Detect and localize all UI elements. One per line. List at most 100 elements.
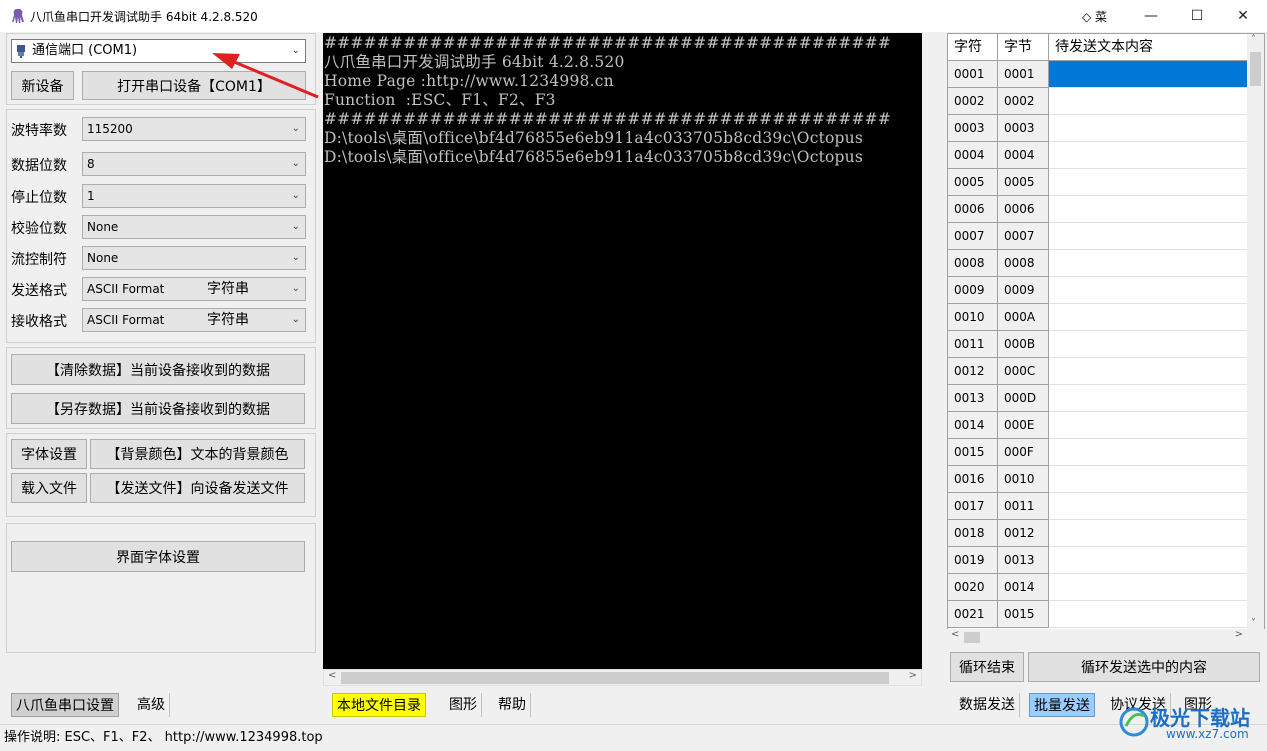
receive-console[interactable]: ########################################… bbox=[323, 33, 922, 669]
row-content-cell[interactable] bbox=[1049, 493, 1248, 520]
row-byte-index[interactable]: 000A bbox=[998, 304, 1049, 331]
row-content-cell[interactable] bbox=[1049, 574, 1248, 601]
row-byte-index[interactable]: 000E bbox=[998, 412, 1049, 439]
row-char-index[interactable]: 0013 bbox=[948, 385, 998, 412]
send-table[interactable]: 字符 字节 待发送文本内容 0001 0001 0002 0002 0003 0003 00… bbox=[947, 33, 1265, 630]
row-content-cell[interactable] bbox=[1049, 277, 1248, 304]
row-byte-index[interactable]: 0002 bbox=[998, 88, 1049, 115]
row-char-index[interactable]: 0019 bbox=[948, 547, 998, 574]
row-content-cell[interactable] bbox=[1049, 547, 1248, 574]
table-row[interactable]: 0014 000E bbox=[948, 412, 1248, 439]
new-device-button[interactable]: 新设备 bbox=[11, 71, 74, 100]
table-row[interactable]: 0005 0005 bbox=[948, 169, 1248, 196]
column-header-content[interactable]: 待发送文本内容 bbox=[1049, 34, 1248, 61]
row-char-index[interactable]: 0006 bbox=[948, 196, 998, 223]
menu-button[interactable]: ◇ 菜 bbox=[1082, 8, 1107, 25]
table-row[interactable]: 0016 0010 bbox=[948, 466, 1248, 493]
row-content-cell[interactable] bbox=[1049, 223, 1248, 250]
row-content-cell[interactable] bbox=[1049, 412, 1248, 439]
scrollbar-thumb[interactable] bbox=[341, 672, 889, 684]
tab-local-files[interactable]: 本地文件目录 bbox=[332, 693, 426, 717]
table-row[interactable]: 0011 000B bbox=[948, 331, 1248, 358]
column-header-byte[interactable]: 字节 bbox=[998, 34, 1049, 61]
table-row[interactable]: 0009 0009 bbox=[948, 277, 1248, 304]
bg-color-button[interactable]: 【背景颜色】文本的背景颜色 bbox=[90, 439, 305, 469]
row-byte-index[interactable]: 0003 bbox=[998, 115, 1049, 142]
scroll-right-icon[interactable]: > bbox=[909, 670, 917, 681]
setting-select[interactable]: 1 ⌄ bbox=[82, 184, 306, 208]
row-char-index[interactable]: 0011 bbox=[948, 331, 998, 358]
row-char-index[interactable]: 0009 bbox=[948, 277, 998, 304]
table-horizontal-scrollbar[interactable]: < > bbox=[947, 629, 1265, 646]
tab-graph-right[interactable]: 图形 bbox=[1180, 693, 1216, 717]
table-row[interactable]: 0002 0002 bbox=[948, 88, 1248, 115]
table-row[interactable]: 0001 0001 bbox=[948, 61, 1248, 88]
table-row[interactable]: 0018 0012 bbox=[948, 520, 1248, 547]
minimize-button[interactable]: — bbox=[1128, 2, 1174, 30]
row-content-cell[interactable] bbox=[1049, 250, 1248, 277]
row-char-index[interactable]: 0020 bbox=[948, 574, 998, 601]
row-char-index[interactable]: 0017 bbox=[948, 493, 998, 520]
row-byte-index[interactable]: 0005 bbox=[998, 169, 1049, 196]
row-byte-index[interactable]: 000B bbox=[998, 331, 1049, 358]
row-char-index[interactable]: 0010 bbox=[948, 304, 998, 331]
save-data-button[interactable]: 【另存数据】当前设备接收到的数据 bbox=[11, 393, 305, 424]
tab-advanced[interactable]: 高级 bbox=[133, 693, 170, 717]
font-settings-button[interactable]: 字体设置 bbox=[11, 439, 87, 469]
setting-select[interactable]: 8 ⌄ bbox=[82, 152, 306, 176]
row-char-index[interactable]: 0005 bbox=[948, 169, 998, 196]
maximize-button[interactable]: ☐ bbox=[1174, 2, 1220, 30]
column-header-char[interactable]: 字符 bbox=[948, 34, 998, 61]
row-byte-index[interactable]: 0013 bbox=[998, 547, 1049, 574]
row-content-cell[interactable] bbox=[1049, 169, 1248, 196]
console-horizontal-scrollbar[interactable]: < > bbox=[323, 669, 922, 686]
loop-send-button[interactable]: 循环发送选中的内容 bbox=[1028, 652, 1260, 682]
row-byte-index[interactable]: 000F bbox=[998, 439, 1049, 466]
setting-select[interactable]: None ⌄ bbox=[82, 215, 306, 239]
setting-select[interactable]: ASCII Format 字符串 ⌄ bbox=[82, 277, 306, 301]
loop-end-button[interactable]: 循环结束 bbox=[950, 652, 1024, 682]
send-file-button[interactable]: 【发送文件】向设备发送文件 bbox=[90, 473, 305, 503]
table-row[interactable]: 0015 000F bbox=[948, 439, 1248, 466]
table-row[interactable]: 0021 0015 bbox=[948, 601, 1248, 628]
table-row[interactable]: 0010 000A bbox=[948, 304, 1248, 331]
scrollbar-thumb[interactable] bbox=[964, 632, 980, 643]
load-file-button[interactable]: 载入文件 bbox=[11, 473, 87, 503]
row-content-cell[interactable] bbox=[1049, 385, 1248, 412]
row-char-index[interactable]: 0004 bbox=[948, 142, 998, 169]
row-content-cell[interactable] bbox=[1049, 142, 1248, 169]
row-content-cell[interactable] bbox=[1049, 439, 1248, 466]
row-char-index[interactable]: 0008 bbox=[948, 250, 998, 277]
row-byte-index[interactable]: 0004 bbox=[998, 142, 1049, 169]
scrollbar-thumb[interactable] bbox=[1250, 52, 1261, 86]
row-content-cell[interactable] bbox=[1049, 88, 1248, 115]
table-row[interactable]: 0020 0014 bbox=[948, 574, 1248, 601]
row-byte-index[interactable]: 0012 bbox=[998, 520, 1049, 547]
row-content-cell[interactable] bbox=[1049, 331, 1248, 358]
row-byte-index[interactable]: 0007 bbox=[998, 223, 1049, 250]
scroll-right-icon[interactable]: > bbox=[1235, 629, 1243, 640]
row-content-cell[interactable] bbox=[1049, 304, 1248, 331]
row-byte-index[interactable]: 0011 bbox=[998, 493, 1049, 520]
scroll-left-icon[interactable]: < bbox=[951, 629, 959, 640]
row-byte-index[interactable]: 0001 bbox=[998, 61, 1049, 88]
row-char-index[interactable]: 0012 bbox=[948, 358, 998, 385]
ui-font-button[interactable]: 界面字体设置 bbox=[11, 541, 305, 572]
port-select[interactable]: 通信端口 (COM1) ⌄ bbox=[11, 39, 306, 63]
row-byte-index[interactable]: 0008 bbox=[998, 250, 1049, 277]
row-byte-index[interactable]: 000C bbox=[998, 358, 1049, 385]
tab-protocol-send[interactable]: 协议发送 bbox=[1106, 693, 1171, 717]
table-row[interactable]: 0013 000D bbox=[948, 385, 1248, 412]
row-char-index[interactable]: 0002 bbox=[948, 88, 998, 115]
table-row[interactable]: 0007 0007 bbox=[948, 223, 1248, 250]
row-char-index[interactable]: 0001 bbox=[948, 61, 998, 88]
tab-data-send[interactable]: 数据发送 bbox=[955, 693, 1020, 717]
row-char-index[interactable]: 0003 bbox=[948, 115, 998, 142]
clear-data-button[interactable]: 【清除数据】当前设备接收到的数据 bbox=[11, 354, 305, 385]
table-row[interactable]: 0017 0011 bbox=[948, 493, 1248, 520]
setting-select[interactable]: None ⌄ bbox=[82, 246, 306, 270]
row-content-cell[interactable] bbox=[1049, 520, 1248, 547]
row-char-index[interactable]: 0016 bbox=[948, 466, 998, 493]
row-char-index[interactable]: 0021 bbox=[948, 601, 998, 628]
row-byte-index[interactable]: 0006 bbox=[998, 196, 1049, 223]
